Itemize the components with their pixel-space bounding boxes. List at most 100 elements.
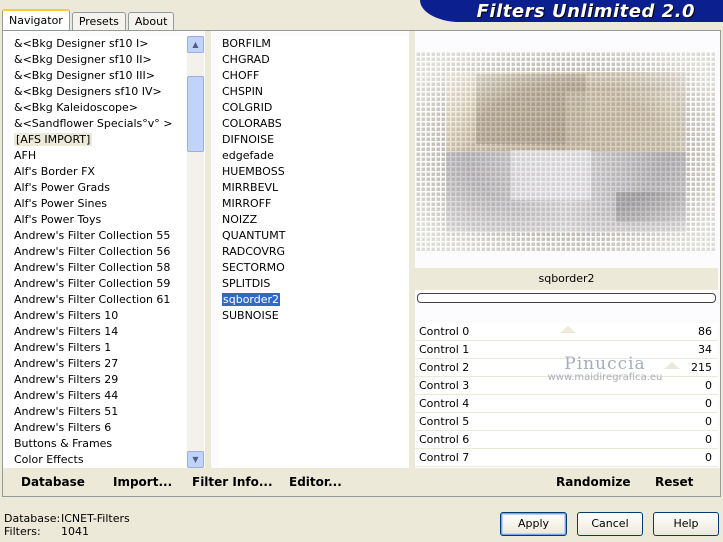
- category-label: &<Sandflower Specials°v° >: [14, 117, 173, 130]
- tab-presets[interactable]: Presets: [71, 12, 126, 30]
- category-item[interactable]: AFH: [11, 148, 186, 164]
- control-label: Control 3: [419, 379, 470, 392]
- category-label: [AFS IMPORT]: [14, 133, 93, 146]
- filter-item[interactable]: sqborder2: [219, 292, 409, 308]
- category-label: Andrew's Filter Collection 59: [14, 277, 171, 290]
- category-item[interactable]: Andrew's Filter Collection 55: [11, 228, 186, 244]
- category-item[interactable]: Andrew's Filters 27: [11, 356, 186, 372]
- category-label: Andrew's Filters 6: [14, 421, 112, 434]
- help-button[interactable]: Help: [653, 512, 719, 536]
- slider-thumb[interactable]: [560, 326, 576, 333]
- filter-label: NOIZZ: [222, 213, 258, 226]
- filter-item[interactable]: CHSPIN: [219, 84, 409, 100]
- scroll-thumb[interactable]: [187, 76, 204, 152]
- category-item[interactable]: Alf's Power Sines: [11, 196, 186, 212]
- control-slider[interactable]: [491, 398, 712, 410]
- progress-bar: [417, 293, 716, 303]
- category-item[interactable]: Buttons & Frames: [11, 436, 186, 452]
- category-label: Andrew's Filter Collection 61: [14, 293, 171, 306]
- cancel-button[interactable]: Cancel: [577, 512, 643, 536]
- control-row: Control 3 0: [415, 377, 718, 395]
- category-item[interactable]: Andrew's Filters 44: [11, 388, 186, 404]
- filter-item[interactable]: NOIZZ: [219, 212, 409, 228]
- filter-list[interactable]: BORFILM CHGRAD CHOFF CHSPIN COLGRID COLORABS D…: [219, 36, 409, 468]
- filter-item[interactable]: SPLITDIS: [219, 276, 409, 292]
- filter-label: HUEMBOSS: [222, 165, 285, 178]
- filter-item[interactable]: QUANTUMT: [219, 228, 409, 244]
- control-row: Control 1 34: [415, 341, 718, 359]
- category-item[interactable]: Andrew's Filter Collection 56: [11, 244, 186, 260]
- filters-count-value: 1041: [61, 525, 89, 538]
- category-item[interactable]: Alf's Border FX: [11, 164, 186, 180]
- filter-item[interactable]: edgefade: [219, 148, 409, 164]
- category-list[interactable]: &<Bkg Designer sf10 I> &<Bkg Designer sf1…: [11, 36, 186, 468]
- category-item[interactable]: &<Sandflower Specials°v° >: [11, 116, 186, 132]
- category-item[interactable]: Andrew's Filters 51: [11, 404, 186, 420]
- control-slider[interactable]: [491, 434, 712, 446]
- control-label: Control 1: [419, 343, 470, 356]
- category-label: Andrew's Filters 1: [14, 341, 112, 354]
- category-item[interactable]: Andrew's Filters 10: [11, 308, 186, 324]
- filter-item[interactable]: COLGRID: [219, 100, 409, 116]
- category-scrollbar[interactable]: ▲ ▼: [187, 36, 204, 468]
- filter-item[interactable]: CHOFF: [219, 68, 409, 84]
- filter-label: CHSPIN: [222, 85, 264, 98]
- filter-label: MIRRBEVL: [222, 181, 279, 194]
- database-value: ICNET-Filters: [61, 512, 130, 525]
- database-button[interactable]: Database: [21, 475, 85, 489]
- category-item[interactable]: Andrew's Filters 6: [11, 420, 186, 436]
- filter-item[interactable]: MIRRBEVL: [219, 180, 409, 196]
- filter-item[interactable]: MIRROFF: [219, 196, 409, 212]
- editor-button[interactable]: Editor...: [289, 475, 342, 489]
- scroll-down-button[interactable]: ▼: [187, 451, 204, 468]
- category-item[interactable]: &<Bkg Designer sf10 III>: [11, 68, 186, 84]
- filter-item[interactable]: DIFNOISE: [219, 132, 409, 148]
- control-value: 0: [705, 379, 712, 392]
- filter-item[interactable]: CHGRAD: [219, 52, 409, 68]
- filter-item[interactable]: BORFILM: [219, 36, 409, 52]
- category-item[interactable]: Andrew's Filter Collection 61: [11, 292, 186, 308]
- filter-item[interactable]: HUEMBOSS: [219, 164, 409, 180]
- category-item[interactable]: Alf's Power Grads: [11, 180, 186, 196]
- filter-preview: [416, 52, 716, 252]
- control-slider[interactable]: [491, 452, 712, 464]
- category-item[interactable]: Andrew's Filter Collection 58: [11, 260, 186, 276]
- category-item[interactable]: &<Bkg Designers sf10 IV>: [11, 84, 186, 100]
- apply-button[interactable]: Apply: [500, 512, 567, 536]
- category-item[interactable]: Alf's Power Toys: [11, 212, 186, 228]
- control-slider[interactable]: [491, 362, 712, 374]
- category-item[interactable]: Color Effects: [11, 452, 186, 468]
- import-button[interactable]: Import...: [113, 475, 172, 489]
- category-item[interactable]: &<Bkg Designer sf10 I>: [11, 36, 186, 52]
- navigator-panel: &<Bkg Designer sf10 I> &<Bkg Designer sf1…: [2, 30, 721, 497]
- scroll-up-button[interactable]: ▲: [187, 36, 204, 53]
- category-item[interactable]: &<Bkg Kaleidoscope>: [11, 100, 186, 116]
- control-slider[interactable]: [491, 326, 712, 338]
- filter-label: SPLITDIS: [222, 277, 271, 290]
- randomize-button[interactable]: Randomize: [556, 475, 630, 489]
- category-item[interactable]: Andrew's Filters 1: [11, 340, 186, 356]
- control-value: 215: [691, 361, 712, 374]
- control-slider[interactable]: [491, 380, 712, 392]
- category-label: Alf's Border FX: [14, 165, 95, 178]
- control-slider[interactable]: [491, 344, 712, 356]
- filter-label: COLGRID: [222, 101, 273, 114]
- category-item[interactable]: Andrew's Filter Collection 59: [11, 276, 186, 292]
- tab-navigator[interactable]: Navigator: [2, 9, 70, 30]
- slider-thumb[interactable]: [664, 362, 680, 369]
- control-slider[interactable]: [491, 416, 712, 428]
- filter-info-button[interactable]: Filter Info...: [192, 475, 273, 489]
- filter-item[interactable]: COLORABS: [219, 116, 409, 132]
- category-item[interactable]: &<Bkg Designer sf10 II>: [11, 52, 186, 68]
- tab-about[interactable]: About: [127, 12, 175, 30]
- category-item[interactable]: Andrew's Filters 14: [11, 324, 186, 340]
- category-item[interactable]: Andrew's Filters 29: [11, 372, 186, 388]
- filter-item[interactable]: SECTORMO: [219, 260, 409, 276]
- category-label: Andrew's Filter Collection 58: [14, 261, 171, 274]
- control-label: Control 6: [419, 433, 470, 446]
- reset-button[interactable]: Reset: [655, 475, 693, 489]
- category-label: Andrew's Filters 44: [14, 389, 119, 402]
- filter-item[interactable]: RADCOVRG: [219, 244, 409, 260]
- category-item[interactable]: [AFS IMPORT]: [11, 132, 186, 148]
- filter-item[interactable]: SUBNOISE: [219, 308, 409, 324]
